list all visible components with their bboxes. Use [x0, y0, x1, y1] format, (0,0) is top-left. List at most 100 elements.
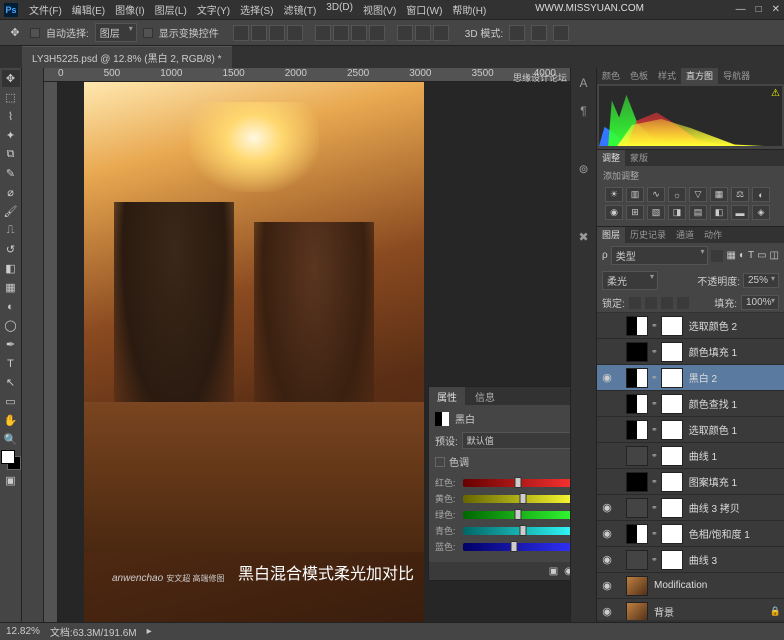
curves-icon[interactable]: ∿ [647, 187, 665, 202]
color-swatch[interactable] [1, 450, 21, 470]
3d-icon[interactable] [509, 25, 525, 41]
align-icon[interactable] [233, 25, 249, 41]
quickmask-icon[interactable]: ▣ [2, 472, 20, 489]
layer-row[interactable]: ⚭颜色查找 1 [597, 391, 784, 417]
distribute-icon[interactable] [315, 25, 331, 41]
clip-icon[interactable]: ▣ [549, 566, 558, 577]
layer-row[interactable]: ⚭选取颜色 2 [597, 313, 784, 339]
tint-check[interactable] [435, 457, 445, 467]
layer-row[interactable]: ⚭颜色填充 1 [597, 339, 784, 365]
target-dropdown[interactable]: 图层 [95, 23, 137, 42]
layer-thumb[interactable] [626, 602, 648, 621]
layer-thumb[interactable] [626, 524, 648, 544]
menu-item[interactable]: 窗口(W) [401, 2, 447, 17]
3d-icon[interactable] [531, 25, 547, 41]
layer-name[interactable]: 选取颜色 2 [689, 318, 737, 333]
layer-mask[interactable] [661, 498, 683, 518]
close-button[interactable]: ✕ [772, 4, 780, 15]
layer-name[interactable]: 颜色填充 1 [689, 344, 737, 359]
heal-tool[interactable]: ⌀ [2, 184, 20, 201]
layer-row[interactable]: ⚭曲线 1 [597, 443, 784, 469]
layer-row[interactable]: ◉⚭黑白 2 [597, 365, 784, 391]
layer-name[interactable]: 曲线 3 [689, 552, 717, 567]
menu-item[interactable]: 文字(Y) [192, 2, 235, 17]
layer-name[interactable]: 背景 [654, 604, 674, 619]
zoom-level[interactable]: 12.82% [6, 626, 40, 637]
layer-mask[interactable] [661, 368, 683, 388]
3d-icon[interactable] [553, 25, 569, 41]
layer-thumb[interactable] [626, 550, 648, 570]
layer-row[interactable]: ⚭图案填充 1 [597, 469, 784, 495]
warning-icon[interactable]: ⚠ [771, 88, 780, 99]
layer-mask[interactable] [661, 316, 683, 336]
threshold-icon[interactable]: ◧ [710, 205, 728, 220]
layer-row[interactable]: ◉⚭曲线 3 拷贝 [597, 495, 784, 521]
libraries-icon[interactable]: ⊚ [575, 160, 593, 178]
hue-icon[interactable]: ▦ [710, 187, 728, 202]
align-icon[interactable] [415, 25, 431, 41]
slider-track[interactable] [463, 495, 570, 503]
layer-thumb[interactable] [626, 420, 648, 440]
visibility-toggle[interactable]: ◉ [600, 371, 614, 384]
layer-mask[interactable] [661, 394, 683, 414]
opacity-input[interactable]: 25% [743, 273, 779, 288]
layer-thumb[interactable] [626, 576, 648, 596]
view-icon[interactable]: ◉ [564, 566, 570, 577]
layer-name[interactable]: 色相/饱和度 1 [689, 526, 750, 541]
layer-mask[interactable] [661, 524, 683, 544]
distribute-icon[interactable] [351, 25, 367, 41]
invert-icon[interactable]: ◨ [668, 205, 686, 220]
layer-row[interactable]: ⚭选取颜色 1 [597, 417, 784, 443]
vibrance-icon[interactable]: ▽ [689, 187, 707, 202]
preset-dropdown[interactable]: 默认值 [462, 432, 570, 449]
layer-name[interactable]: 曲线 1 [689, 448, 717, 463]
lock-trans-icon[interactable] [629, 297, 641, 309]
tab-历史记录[interactable]: 历史记录 [625, 227, 671, 243]
layer-mask[interactable] [661, 550, 683, 570]
layer-name[interactable]: 颜色查找 1 [689, 396, 737, 411]
layer-mask[interactable] [661, 420, 683, 440]
crop-tool[interactable]: ⧉ [2, 146, 20, 163]
levels-icon[interactable]: ▥ [626, 187, 644, 202]
maximize-button[interactable]: □ [756, 4, 762, 15]
path-tool[interactable]: ↖ [2, 374, 20, 391]
lock-pos-icon[interactable] [661, 297, 673, 309]
layer-thumb[interactable] [626, 342, 648, 362]
layer-mask[interactable] [661, 446, 683, 466]
layer-name[interactable]: 曲线 3 拷贝 [689, 500, 740, 515]
auto-select-check[interactable] [30, 28, 40, 38]
minimize-button[interactable]: — [736, 4, 746, 15]
tab-properties[interactable]: 属性 [429, 387, 465, 405]
menu-item[interactable]: 文件(F) [24, 2, 67, 17]
transform-check[interactable] [143, 28, 153, 38]
align-icon[interactable] [397, 25, 413, 41]
posterize-icon[interactable]: ▤ [689, 205, 707, 220]
tab-导航器[interactable]: 导航器 [718, 68, 755, 84]
menu-item[interactable]: 选择(S) [235, 2, 278, 17]
brush-tool[interactable]: 🖌 [2, 203, 20, 220]
layer-thumb[interactable] [626, 368, 648, 388]
menu-item[interactable]: 滤镜(T) [279, 2, 322, 17]
layer-mask[interactable] [661, 342, 683, 362]
tab-masks[interactable]: 蒙版 [625, 150, 653, 166]
bw-icon[interactable]: ◐ [752, 187, 770, 202]
layer-row[interactable]: ◉⚭色相/饱和度 1 [597, 521, 784, 547]
tab-色板[interactable]: 色板 [625, 68, 653, 84]
menu-item[interactable]: 视图(V) [358, 2, 401, 17]
selective-icon[interactable]: ◈ [752, 205, 770, 220]
layer-thumb[interactable] [626, 394, 648, 414]
marquee-tool[interactable]: ⬚ [2, 89, 20, 106]
slider-track[interactable] [463, 543, 570, 551]
history-brush[interactable]: ↺ [2, 241, 20, 258]
filter-icon[interactable] [711, 250, 723, 262]
layer-row[interactable]: ◉背景🔒 [597, 599, 784, 620]
tab-样式[interactable]: 样式 [653, 68, 681, 84]
gradient-tool[interactable]: ▦ [2, 279, 20, 296]
layer-thumb[interactable] [626, 446, 648, 466]
tab-图层[interactable]: 图层 [597, 227, 625, 243]
menu-item[interactable]: 3D(D) [321, 2, 358, 17]
align-icon[interactable] [269, 25, 285, 41]
channelmixer-icon[interactable]: ⊞ [626, 205, 644, 220]
move-tool[interactable]: ✥ [2, 70, 20, 87]
visibility-toggle[interactable]: ◉ [600, 527, 614, 540]
